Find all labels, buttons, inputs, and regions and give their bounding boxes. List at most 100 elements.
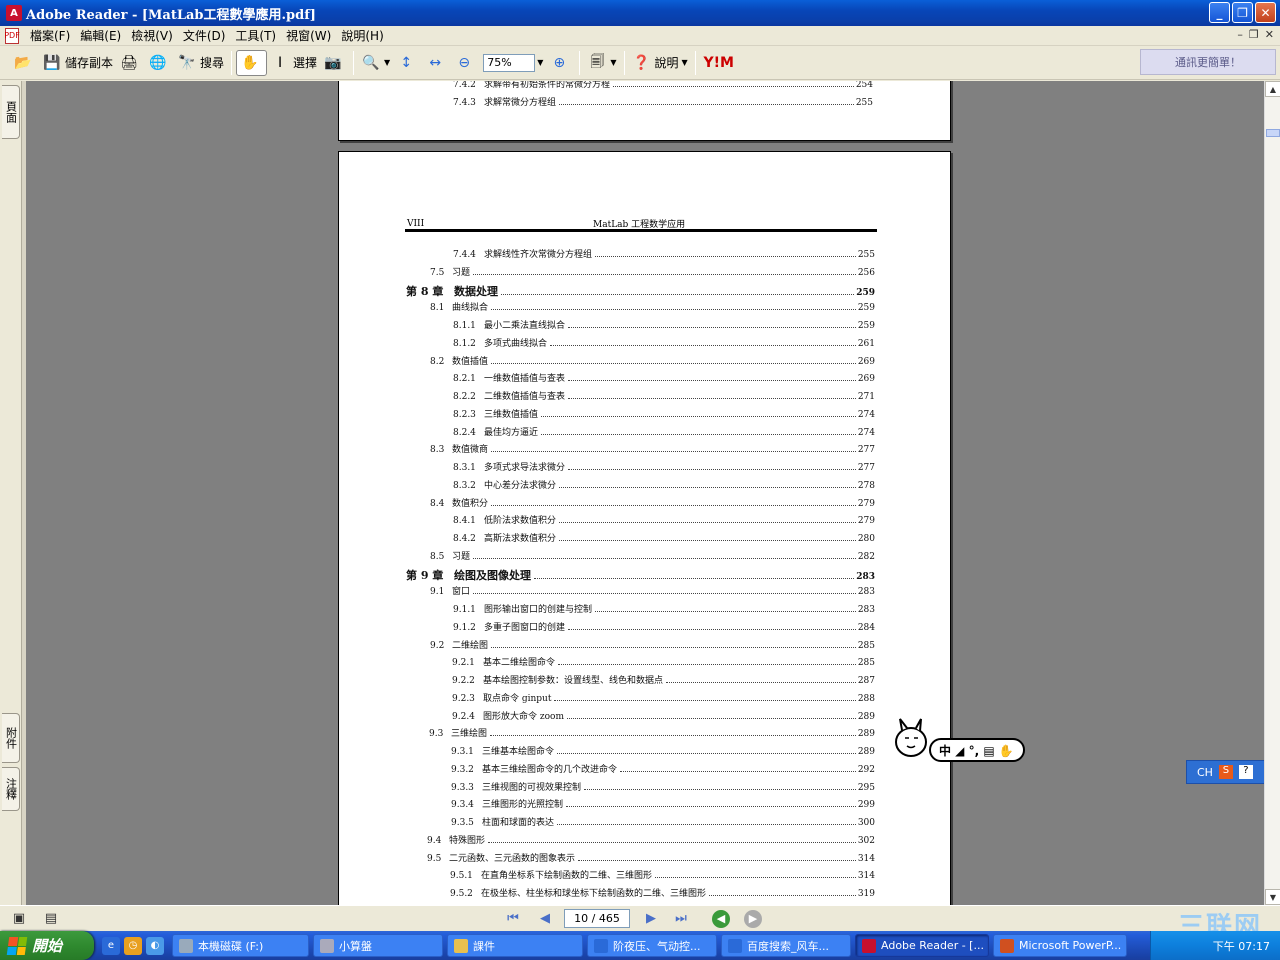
select-tool-button[interactable]: I 選擇	[267, 50, 320, 76]
toc-entry[interactable]: 8.3.2 中心差分法求微分 278	[453, 478, 875, 491]
toc-entry[interactable]: 7.4.2 求解带有初始条件的常微分方程 254	[453, 81, 873, 90]
tab-pages[interactable]: 頁面	[2, 85, 20, 139]
menu-edit[interactable]: 編輯(E)	[75, 27, 126, 44]
tab-attachments[interactable]: 附件	[2, 713, 20, 763]
tab-comments[interactable]: 注釋	[2, 767, 20, 811]
taskbar-button[interactable]: 課件	[447, 934, 583, 957]
toc-entry[interactable]: 9.5.2 在极坐标、柱坐标和球坐标下绘制函数的二维、三维图形 319	[450, 886, 875, 899]
toc-entry[interactable]: 9.3 三维绘图 289	[429, 726, 875, 739]
rotate-view-button[interactable]: 🗐 ▼	[584, 50, 619, 76]
toc-entry[interactable]: 8.5 习题 282	[430, 549, 875, 562]
document-view[interactable]: 7.4.1求解无初始条件的常微分方程2537.4.2求解带有初始条件的常微分方程…	[26, 81, 1264, 905]
toc-entry[interactable]: 9.2 二维绘图 285	[430, 638, 875, 651]
pdf-document-icon[interactable]: PDF	[4, 27, 20, 44]
toc-entry[interactable]: 9.2.3 取点命令 ginput 288	[452, 691, 875, 704]
toc-entry[interactable]: 9.5.1 在直角坐标系下绘制函数的二维、三维图形 314	[450, 868, 875, 881]
snapshot-tool-button[interactable]: 📷	[320, 50, 349, 76]
toc-entry[interactable]: 8.3 数值微商 277	[430, 442, 875, 455]
zoom-input[interactable]	[483, 53, 536, 72]
save-copy-button[interactable]: 💾 儲存副本	[39, 50, 116, 76]
sogou-icon[interactable]: S	[1218, 765, 1233, 779]
toc-entry[interactable]: 9.5 二元函数、三元函数的图象表示 314	[427, 851, 875, 864]
maximize-button[interactable]: ❐	[1232, 2, 1253, 23]
toc-entry[interactable]: 9.3.5 柱面和球面的表达 300	[451, 815, 875, 828]
zoom-in-button[interactable]: ⊕	[546, 50, 575, 76]
toc-entry[interactable]: 8.4.2 高斯法求数值积分 280	[453, 531, 875, 544]
chevron-down-icon[interactable]: ▼	[682, 58, 688, 67]
print-button[interactable]: 🖨	[116, 50, 145, 76]
help-question-icon[interactable]: ?	[1238, 765, 1253, 779]
menu-file[interactable]: 檔案(F)	[25, 27, 75, 44]
toc-chapter[interactable]: 第 9 章绘图及图像处理 283	[406, 567, 875, 583]
vertical-scrollbar[interactable]: ▲ ▼	[1264, 81, 1280, 905]
toc-entry[interactable]: 8.3.1 多项式求导法求微分 277	[453, 460, 875, 473]
toc-entry[interactable]: 9.3.1 三维基本绘图命令 289	[451, 744, 875, 757]
toc-entry[interactable]: 8.2.2 二维数值插值与查表 271	[453, 389, 875, 402]
taskbar-button[interactable]: 百度搜索_风车...	[721, 934, 851, 957]
toc-entry[interactable]: 8.2.3 三维数值插值 274	[453, 407, 875, 420]
back-view-button[interactable]: ◀	[712, 909, 730, 928]
browser-icon[interactable]: ◐	[146, 936, 164, 955]
taskbar-button[interactable]: Adobe Reader - [...	[855, 934, 989, 957]
toc-entry[interactable]: 7.5 习题 256	[430, 265, 875, 278]
page-layout-continuous-icon[interactable]: ▤	[42, 910, 60, 928]
menu-window[interactable]: 視窗(W)	[281, 27, 336, 44]
scroll-down-button[interactable]: ▼	[1265, 889, 1280, 905]
scroll-thumb[interactable]	[1266, 129, 1280, 137]
last-page-button[interactable]: ⏭	[672, 910, 690, 928]
taskbar-button[interactable]: Microsoft PowerP...	[993, 934, 1127, 957]
minimize-button[interactable]: _	[1209, 2, 1230, 23]
zoom-tool-button[interactable]: 🔍 ▼	[358, 50, 393, 76]
hand-tool-button[interactable]: ✋	[236, 49, 268, 76]
ie-icon[interactable]: e	[102, 936, 120, 955]
toc-entry[interactable]: 9.1 窗口 283	[430, 584, 875, 597]
first-page-button[interactable]: ⏮	[504, 910, 522, 928]
toc-entry[interactable]: 8.2.4 最佳均方逼近 274	[453, 425, 875, 438]
taskbar-button[interactable]: 本機磁碟 (F:)	[172, 934, 309, 957]
doc-close-button[interactable]: ✕	[1265, 28, 1274, 41]
clock-icon[interactable]: ◷	[124, 936, 142, 955]
yahoo-button[interactable]: Y!M	[700, 50, 741, 76]
help-button[interactable]: ❓ 說明 ▼	[629, 50, 691, 76]
toc-entry[interactable]: 9.3.3 三维视图的可视效果控制 295	[451, 780, 875, 793]
zoom-out-button[interactable]: ⊖	[451, 50, 480, 76]
toc-entry[interactable]: 8.4.1 低阶法求数值积分 279	[453, 513, 875, 526]
toc-entry[interactable]: 8.1.1 最小二乘法直线拟合 259	[453, 318, 875, 331]
taskbar-button[interactable]: 小算盤	[313, 934, 443, 957]
fit-page-button[interactable]: ↕	[393, 50, 422, 76]
clock[interactable]: 下午 07:17	[1213, 938, 1270, 954]
toc-entry[interactable]: 8.2 数值插值 269	[430, 354, 875, 367]
toc-entry[interactable]: 7.4.3 求解常微分方程组 255	[453, 95, 873, 108]
open-button[interactable]: 📂	[10, 50, 39, 76]
email-button[interactable]: 🌐	[145, 50, 174, 76]
menu-tools[interactable]: 工具(T)	[230, 27, 281, 44]
doc-restore-button[interactable]: ❐	[1249, 28, 1259, 41]
toc-entry[interactable]: 9.1.2 多重子图窗口的创建 284	[453, 620, 875, 633]
promo-banner[interactable]: 通訊更簡單！	[1140, 49, 1276, 75]
chevron-down-icon[interactable]: ▼	[537, 58, 543, 67]
toc-entry[interactable]: 8.4 数值积分 279	[430, 496, 875, 509]
close-button[interactable]: ✕	[1255, 2, 1276, 23]
chevron-down-icon[interactable]: ▼	[610, 58, 616, 67]
toc-entry[interactable]: 9.1.1 图形输出窗口的创建与控制 283	[453, 602, 875, 615]
toc-entry[interactable]: 7.4.4 求解线性齐次常微分方程组 255	[453, 247, 875, 260]
ime-pill[interactable]: 中 ◢ °, ▤ ✋	[929, 738, 1025, 762]
toc-entry[interactable]: 8.2.1 一维数值插值与查表 269	[453, 371, 875, 384]
prev-page-button[interactable]: ◀	[536, 910, 554, 928]
ime-status-bubble[interactable]: 中 ◢ °, ▤ ✋	[893, 716, 1027, 766]
toc-entry[interactable]: 8.1.2 多项式曲线拟合 261	[453, 336, 875, 349]
menu-document[interactable]: 文件(D)	[178, 27, 231, 44]
toc-entry[interactable]: 9.4 特殊图形 302	[427, 833, 875, 846]
toc-entry[interactable]: 9.2.2 基本绘图控制参数：设置线型、线色和数据点 287	[452, 673, 875, 686]
menu-view[interactable]: 檢視(V)	[126, 27, 178, 44]
forward-view-button[interactable]: ▶	[744, 909, 762, 928]
toc-entry[interactable]: 9.2.1 基本二维绘图命令 285	[452, 655, 875, 668]
doc-minimize-button[interactable]: –	[1237, 28, 1243, 41]
menu-help[interactable]: 說明(H)	[336, 27, 388, 44]
toc-entry[interactable]: 9.2.4 图形放大命令 zoom 289	[452, 709, 875, 722]
search-button[interactable]: 🔭 搜尋	[174, 50, 227, 76]
toc-entry[interactable]: 9.3.2 基本三维绘图命令的几个改进命令 292	[451, 762, 875, 775]
start-button[interactable]: 開始	[0, 931, 94, 960]
toc-entry[interactable]: 9.3.4 三维图形的光照控制 299	[451, 797, 875, 810]
fit-width-button[interactable]: ↔	[422, 50, 451, 76]
